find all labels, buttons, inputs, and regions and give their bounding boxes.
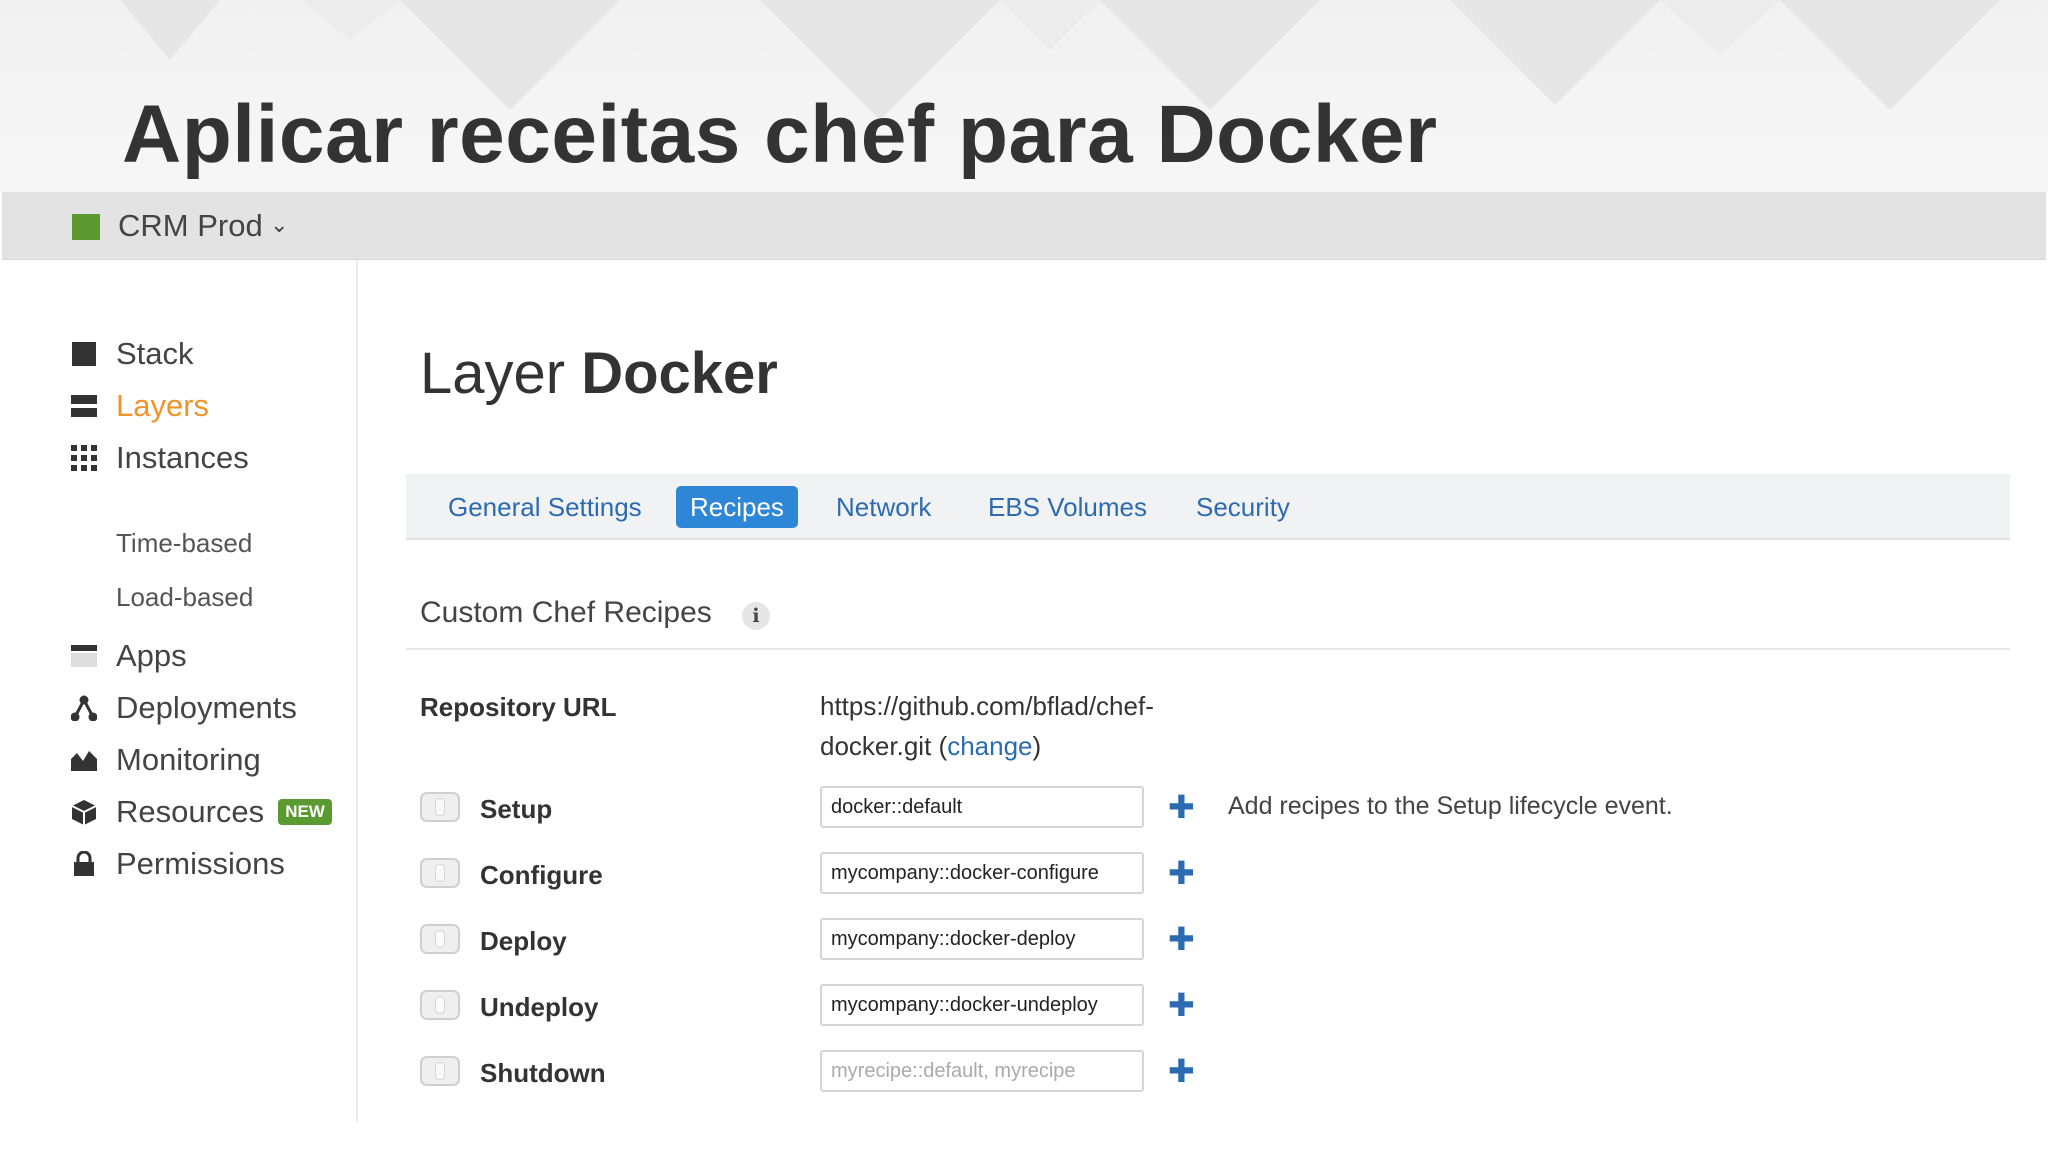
repository-url-value: https://github.com/bflad/chef-docker.git… [820, 691, 1154, 761]
slide-header: Aplicar receitas chef para Docker [0, 0, 2048, 192]
change-link[interactable]: change [947, 731, 1032, 761]
sidebar-item-layers[interactable]: Layers [70, 384, 209, 428]
undeploy-toggle[interactable] [420, 990, 460, 1020]
sidebar-item-label: Deployments [116, 690, 297, 725]
add-setup-recipe-icon[interactable]: ✚ [1168, 791, 1195, 823]
setup-recipes-input[interactable] [820, 786, 1144, 828]
instances-grid-icon [70, 444, 98, 472]
tab-bar: General Settings Recipes Network EBS Vol… [406, 474, 2010, 540]
slide-title: Aplicar receitas chef para Docker [122, 89, 1438, 180]
tab-recipes[interactable]: Recipes [676, 486, 798, 528]
chevron-down-icon[interactable]: ⌄ [270, 212, 288, 238]
stack-icon [70, 340, 98, 368]
add-configure-recipe-icon[interactable]: ✚ [1168, 857, 1195, 889]
page-title-layer-name: Docker [581, 341, 778, 406]
monitoring-icon [70, 746, 98, 774]
undeploy-recipes-input[interactable] [820, 984, 1144, 1026]
new-badge: NEW [278, 799, 332, 825]
deploy-recipes-input[interactable] [820, 918, 1144, 960]
sidebar-item-monitoring[interactable]: Monitoring [70, 738, 261, 782]
stack-selector-bar: CRM Prod ⌄ [2, 192, 2046, 260]
sidebar-item-label: Instances [116, 440, 249, 475]
sidebar-subitem-load-based[interactable]: Load-based [116, 582, 253, 613]
apps-icon [70, 642, 98, 670]
sidebar-item-label: Permissions [116, 846, 285, 881]
shutdown-recipes-input[interactable] [820, 1050, 1144, 1092]
tab-general-settings[interactable]: General Settings [434, 486, 656, 528]
section-title: Custom Chef Recipes [420, 596, 712, 629]
stack-selector[interactable]: CRM Prod [118, 208, 263, 244]
tab-security[interactable]: Security [1182, 486, 1304, 528]
repository-url-label: Repository URL [420, 692, 617, 722]
page-title-prefix: Layer [420, 341, 566, 406]
sidebar-item-stack[interactable]: Stack [70, 332, 194, 376]
sidebar-item-label: Apps [116, 638, 187, 673]
setup-help-text: Add recipes to the Setup lifecycle event… [1228, 792, 1673, 820]
deploy-toggle[interactable] [420, 924, 460, 954]
sidebar-item-label: Stack [116, 336, 194, 371]
layers-icon [70, 392, 98, 420]
undeploy-label: Undeploy [480, 992, 599, 1022]
sidebar: Stack Layers Instances Time-based Load-b… [0, 260, 358, 1122]
resources-icon [70, 798, 98, 826]
deploy-label: Deploy [480, 926, 567, 956]
sidebar-item-apps[interactable]: Apps [70, 634, 187, 678]
deployments-icon [70, 694, 98, 722]
setup-label: Setup [480, 794, 553, 824]
sidebar-item-permissions[interactable]: Permissions [70, 842, 285, 886]
configure-label: Configure [480, 860, 603, 890]
info-icon[interactable]: i [742, 602, 770, 630]
section-divider [406, 648, 2010, 650]
sidebar-item-instances[interactable]: Instances [70, 436, 249, 480]
sidebar-item-label: Monitoring [116, 742, 261, 777]
setup-toggle[interactable] [420, 792, 460, 822]
sidebar-item-label: Layers [116, 388, 210, 423]
add-shutdown-recipe-icon[interactable]: ✚ [1168, 1055, 1195, 1087]
tab-ebs-volumes[interactable]: EBS Volumes [974, 486, 1161, 528]
shutdown-label: Shutdown [480, 1058, 606, 1088]
shutdown-toggle[interactable] [420, 1056, 460, 1086]
lock-icon [70, 850, 98, 878]
add-undeploy-recipe-icon[interactable]: ✚ [1168, 989, 1195, 1021]
sidebar-item-deployments[interactable]: Deployments [70, 686, 297, 730]
sidebar-subitem-time-based[interactable]: Time-based [116, 528, 252, 559]
page-title: Layer Docker [420, 340, 778, 407]
add-deploy-recipe-icon[interactable]: ✚ [1168, 923, 1195, 955]
configure-toggle[interactable] [420, 858, 460, 888]
configure-recipes-input[interactable] [820, 852, 1144, 894]
sidebar-item-label: Resources [116, 794, 265, 829]
tab-network[interactable]: Network [822, 486, 945, 528]
sidebar-item-resources[interactable]: Resources NEW [70, 790, 332, 834]
stack-color-swatch [72, 214, 100, 240]
